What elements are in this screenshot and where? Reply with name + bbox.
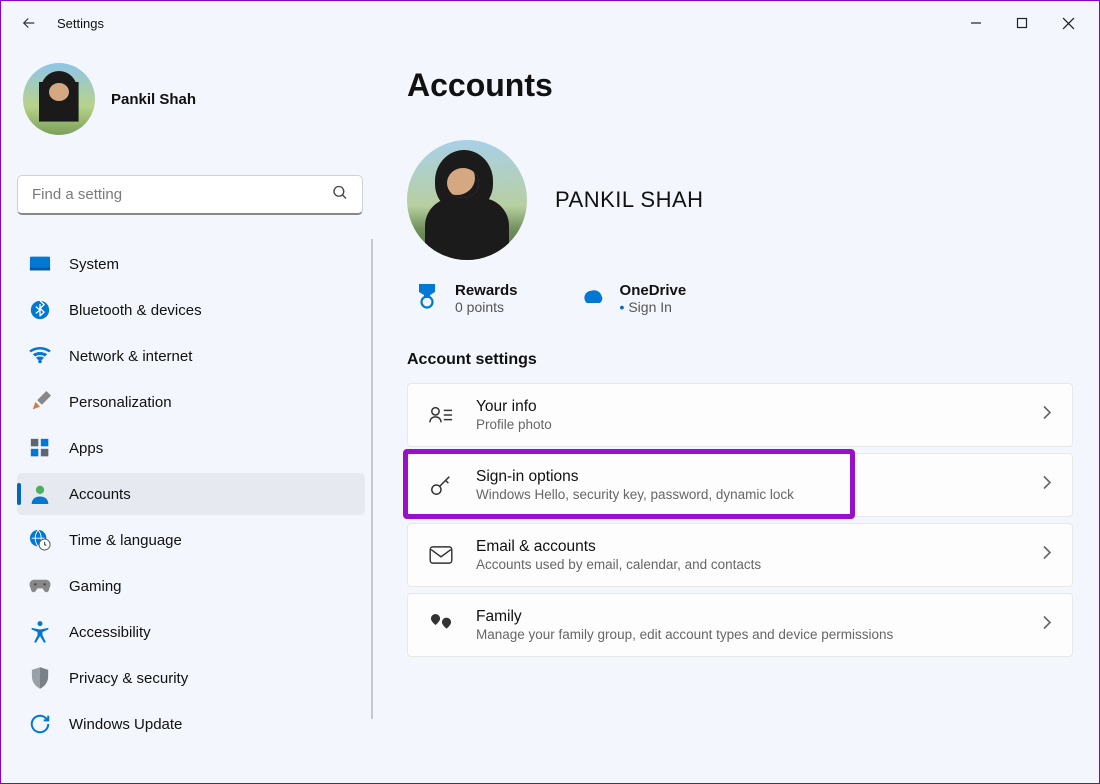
- nav: System Bluetooth & devices Network & int…: [17, 243, 371, 745]
- sidebar-item-time[interactable]: Time & language: [17, 519, 365, 561]
- close-icon: [1062, 17, 1075, 30]
- profile-block[interactable]: Pankil Shah: [17, 63, 371, 135]
- your-info-icon: [428, 402, 454, 428]
- onedrive-title: OneDrive: [620, 282, 687, 299]
- update-icon: [29, 713, 51, 735]
- apps-icon: [29, 437, 51, 459]
- maximize-button[interactable]: [999, 7, 1045, 39]
- sidebar-item-personalization[interactable]: Personalization: [17, 381, 365, 423]
- app-title: Settings: [57, 16, 104, 31]
- email-icon: [428, 542, 454, 568]
- rewards-tile[interactable]: Rewards 0 points: [413, 282, 518, 315]
- sidebar-item-label: Bluetooth & devices: [69, 302, 202, 319]
- profile-name: Pankil Shah: [111, 91, 196, 108]
- chevron-right-icon: [1042, 545, 1052, 566]
- rewards-icon: [413, 282, 441, 310]
- status-row: Rewards 0 points OneDrive Sign In: [413, 282, 1073, 315]
- card-sub: Manage your family group, edit account t…: [476, 627, 893, 642]
- chevron-right-icon: [1042, 475, 1052, 496]
- family-icon: [428, 612, 454, 638]
- sidebar-item-label: Privacy & security: [69, 670, 188, 687]
- sidebar-item-label: Network & internet: [69, 348, 192, 365]
- card-title: Sign-in options: [476, 468, 794, 486]
- sidebar-item-system[interactable]: System: [17, 243, 365, 285]
- titlebar: Settings: [1, 1, 1099, 45]
- chevron-right-icon: [1042, 615, 1052, 636]
- maximize-icon: [1016, 17, 1028, 29]
- card-sub: Windows Hello, security key, password, d…: [476, 487, 794, 502]
- sidebar-item-privacy[interactable]: Privacy & security: [17, 657, 365, 699]
- person-icon: [29, 483, 51, 505]
- card-sub: Accounts used by email, calendar, and co…: [476, 557, 761, 572]
- sidebar: Pankil Shah System Bluetooth & devices N…: [1, 45, 371, 783]
- sidebar-item-bluetooth[interactable]: Bluetooth & devices: [17, 289, 365, 331]
- sidebar-item-label: System: [69, 256, 119, 273]
- search-wrap: [17, 175, 363, 215]
- card-email-accounts[interactable]: Email & accounts Accounts used by email,…: [407, 523, 1073, 587]
- account-header: PANKIL SHAH: [407, 140, 1073, 260]
- account-name: PANKIL SHAH: [555, 187, 704, 213]
- sidebar-item-gaming[interactable]: Gaming: [17, 565, 365, 607]
- card-title: Your info: [476, 398, 552, 416]
- onedrive-sub: Sign In: [620, 299, 687, 315]
- window-controls: [953, 7, 1091, 39]
- card-title: Family: [476, 608, 893, 626]
- sidebar-item-accounts[interactable]: Accounts: [17, 473, 365, 515]
- section-label: Account settings: [407, 351, 1073, 369]
- account-avatar: [407, 140, 527, 260]
- back-button[interactable]: [9, 3, 49, 43]
- system-icon: [29, 253, 51, 275]
- card-title: Email & accounts: [476, 538, 761, 556]
- sidebar-item-update[interactable]: Windows Update: [17, 703, 365, 745]
- sidebar-item-label: Time & language: [69, 532, 182, 549]
- back-arrow-icon: [20, 14, 38, 32]
- chevron-right-icon: [1042, 405, 1052, 426]
- search-input[interactable]: [17, 175, 363, 215]
- card-your-info[interactable]: Your info Profile photo: [407, 383, 1073, 447]
- minimize-button[interactable]: [953, 7, 999, 39]
- globe-clock-icon: [29, 529, 51, 551]
- page-title: Accounts: [407, 67, 1073, 104]
- rewards-title: Rewards: [455, 282, 518, 299]
- search-icon: [331, 184, 349, 207]
- rewards-sub: 0 points: [455, 299, 518, 315]
- accessibility-icon: [29, 621, 51, 643]
- sidebar-item-accessibility[interactable]: Accessibility: [17, 611, 365, 653]
- avatar: [23, 63, 95, 135]
- gamepad-icon: [29, 575, 51, 597]
- sidebar-item-label: Windows Update: [69, 716, 182, 733]
- sidebar-item-apps[interactable]: Apps: [17, 427, 365, 469]
- nav-scrollbar[interactable]: [371, 239, 373, 719]
- onedrive-tile[interactable]: OneDrive Sign In: [578, 282, 687, 315]
- close-button[interactable]: [1045, 7, 1091, 39]
- sidebar-item-network[interactable]: Network & internet: [17, 335, 365, 377]
- bluetooth-icon: [29, 299, 51, 321]
- sidebar-item-label: Accounts: [69, 486, 131, 503]
- wifi-icon: [29, 345, 51, 367]
- key-icon: [428, 472, 454, 498]
- card-family[interactable]: Family Manage your family group, edit ac…: [407, 593, 1073, 657]
- shield-icon: [29, 667, 51, 689]
- sidebar-item-label: Apps: [69, 440, 103, 457]
- card-signin-options[interactable]: Sign-in options Windows Hello, security …: [407, 453, 1073, 517]
- card-sub: Profile photo: [476, 417, 552, 432]
- onedrive-icon: [578, 282, 606, 310]
- sidebar-item-label: Gaming: [69, 578, 122, 595]
- main: Accounts PANKIL SHAH Rewards 0 points: [371, 45, 1099, 783]
- sidebar-item-label: Personalization: [69, 394, 172, 411]
- paintbrush-icon: [29, 391, 51, 413]
- minimize-icon: [970, 17, 982, 29]
- sidebar-item-label: Accessibility: [69, 624, 151, 641]
